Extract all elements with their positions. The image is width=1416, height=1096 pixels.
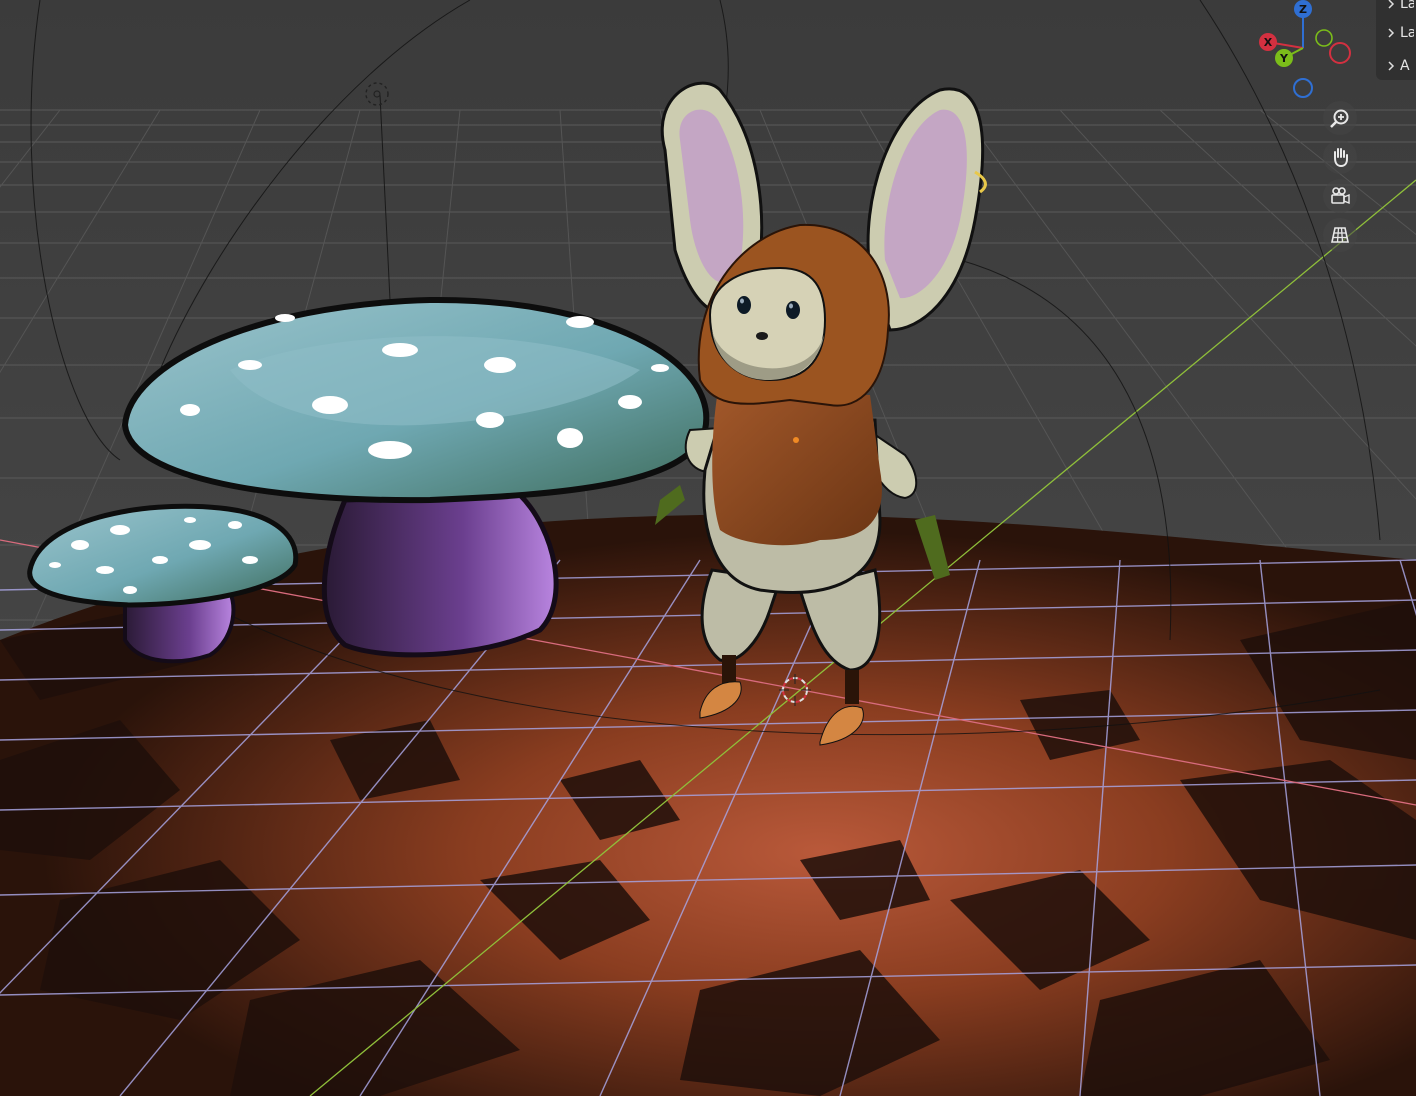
gizmo-axis-z-label: Z <box>1299 3 1307 16</box>
camera-view-button[interactable] <box>1323 179 1357 213</box>
outliner-item[interactable]: La <box>1386 23 1414 43</box>
chevron-right-icon[interactable] <box>1386 28 1396 38</box>
gizmo-axis-y-label: Y <box>1279 52 1289 65</box>
outliner-item[interactable]: A <box>1386 56 1414 76</box>
gizmo-axis-x-label: X <box>1264 36 1273 49</box>
gizmo-axis-y[interactable]: Y <box>1275 49 1293 67</box>
outliner-item-label: La <box>1400 25 1414 41</box>
origin-point <box>793 437 799 443</box>
chevron-right-icon[interactable] <box>1386 61 1396 71</box>
zoom-icon <box>1330 109 1349 128</box>
orthographic-toggle-button[interactable] <box>1323 218 1357 252</box>
outliner-item[interactable]: La <box>1386 0 1414 14</box>
pan-hand-icon <box>1334 148 1348 168</box>
chevron-right-icon[interactable] <box>1386 0 1396 9</box>
outliner-panel[interactable]: La La A <box>1376 0 1416 80</box>
outliner-item-label: La <box>1400 0 1414 12</box>
viewport-scene[interactable]: Z X Y <box>0 0 1416 1096</box>
outliner-item-label: A <box>1400 58 1410 74</box>
pan-button[interactable] <box>1323 140 1357 174</box>
zoom-button[interactable] <box>1323 101 1357 135</box>
3d-viewport[interactable]: Z X Y La La A <box>0 0 1416 1096</box>
orthographic-grid-icon <box>1331 227 1349 243</box>
gizmo-axis-x[interactable]: X <box>1259 33 1277 51</box>
gizmo-axis-z[interactable]: Z <box>1294 0 1312 18</box>
camera-view-icon <box>1331 187 1350 205</box>
